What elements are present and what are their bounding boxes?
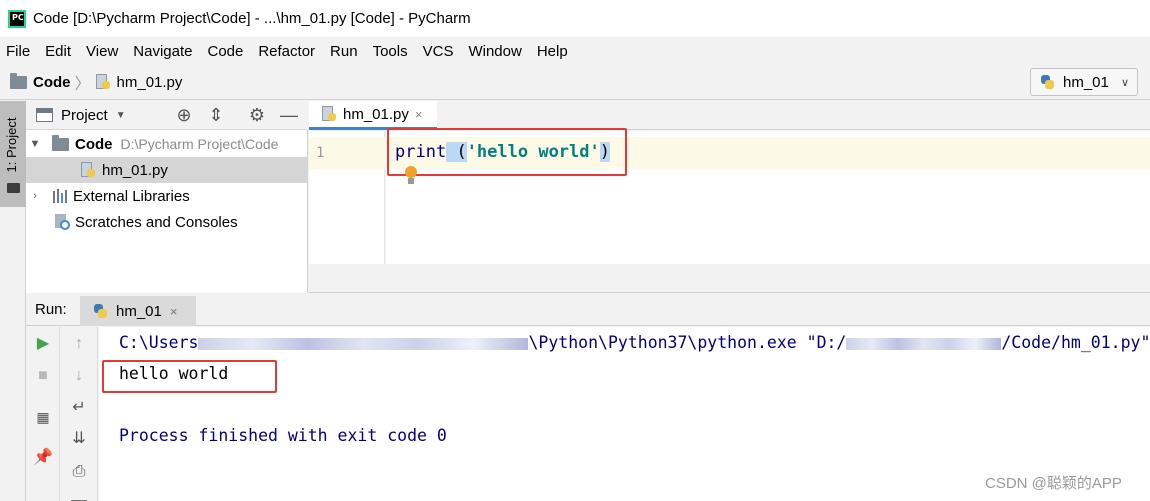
trash-icon[interactable]: ▬ xyxy=(69,491,89,501)
lightbulb-icon[interactable] xyxy=(403,166,419,186)
menu-bar: File Edit View Navigate Code Refactor Ru… xyxy=(0,37,1150,65)
window-title: Code [D:\Pycharm Project\Code] - ...\hm_… xyxy=(33,10,471,27)
breadcrumb-file[interactable]: hm_01.py xyxy=(117,74,183,91)
chevron-right-icon[interactable]: › xyxy=(28,190,42,202)
menu-view[interactable]: View xyxy=(86,43,118,60)
tree-item-label: Scratches and Consoles xyxy=(75,213,238,231)
run-configuration-label: hm_01 xyxy=(1063,73,1109,91)
folder-icon xyxy=(10,72,27,89)
tab-hm01[interactable]: hm_01.py × xyxy=(309,101,437,130)
watermark: CSDN @聪颖的APP xyxy=(985,475,1122,492)
locate-icon[interactable]: ⊕ xyxy=(173,104,195,126)
annotation-box-output xyxy=(102,360,277,393)
console-command-line: C:\Users \Python\Python37\python.exe "D:/… xyxy=(119,333,1150,352)
chevron-down-icon: ∨ xyxy=(1120,76,1129,89)
close-icon[interactable]: × xyxy=(170,304,178,319)
folder-icon xyxy=(52,134,69,151)
python-file-icon xyxy=(321,106,337,122)
redacted-path xyxy=(846,337,1002,350)
tree-item-label: hm_01.py xyxy=(102,161,168,179)
close-icon[interactable]: × xyxy=(415,107,423,122)
tree-item-hm01[interactable]: hm_01.py xyxy=(26,157,308,183)
hide-icon[interactable]: — xyxy=(278,104,300,126)
stop-icon[interactable]: ■ xyxy=(33,366,53,386)
menu-file[interactable]: File xyxy=(6,43,30,60)
menu-edit[interactable]: Edit xyxy=(45,43,71,60)
libraries-icon xyxy=(52,189,69,203)
annotation-box-code xyxy=(387,128,627,176)
scratches-icon xyxy=(54,213,71,231)
menu-tools[interactable]: Tools xyxy=(373,43,408,60)
python-file-icon xyxy=(80,162,96,178)
python-icon xyxy=(1039,74,1055,90)
folder-icon xyxy=(7,183,20,193)
run-panel-label: Run: xyxy=(35,301,67,318)
pycharm-app-icon: PC xyxy=(8,9,26,28)
console-exit-message: Process finished with exit code 0 xyxy=(119,426,447,445)
menu-vcs[interactable]: VCS xyxy=(423,43,454,60)
tree-item-label: External Libraries xyxy=(73,187,190,205)
chevron-down-icon[interactable]: ▼ xyxy=(28,138,42,150)
print-icon[interactable]: ⎙ xyxy=(69,462,89,482)
tree-item-code[interactable]: ▼ Code D:\Pycharm Project\Code xyxy=(26,131,308,157)
menu-refactor[interactable]: Refactor xyxy=(258,43,315,60)
project-tool-window-label: 1: Project xyxy=(4,117,19,173)
editor-bottom-area xyxy=(309,264,1150,293)
dropdown-arrow-icon[interactable]: ▼ xyxy=(116,110,126,121)
layout-icon[interactable]: ▦ xyxy=(33,407,53,427)
run-configuration-select[interactable]: hm_01 ∨ xyxy=(1030,68,1138,96)
scroll-to-end-icon[interactable]: ⇊ xyxy=(69,429,89,449)
tree-item-external-libraries[interactable]: › External Libraries xyxy=(26,183,308,209)
console-cmd-suffix: /Code/hm_01.py" xyxy=(1001,333,1150,352)
tree-item-label: Code xyxy=(75,135,113,153)
tab-label: hm_01.py xyxy=(343,105,409,123)
breadcrumb-separator: 〉 xyxy=(74,76,91,93)
tree-item-path: D:\Pycharm Project\Code xyxy=(120,136,279,152)
line-number: 1 xyxy=(316,145,325,161)
menu-help[interactable]: Help xyxy=(537,43,568,60)
console-cmd-prefix: C:\Users xyxy=(119,333,199,352)
run-tab-hm01[interactable]: hm_01 × xyxy=(80,296,196,326)
python-file-icon xyxy=(95,74,111,90)
gear-icon[interactable]: ⚙ xyxy=(246,104,268,126)
tree-item-scratches[interactable]: Scratches and Consoles xyxy=(26,209,308,235)
soft-wrap-icon[interactable]: ↵ xyxy=(69,398,89,418)
title-bar: PC Code [D:\Pycharm Project\Code] - ...\… xyxy=(0,0,1150,37)
breadcrumb: Code 〉 hm_01.py xyxy=(0,65,1150,100)
menu-code[interactable]: Code xyxy=(207,43,243,60)
run-tab-label: hm_01 xyxy=(116,302,162,320)
arrow-up-icon[interactable]: ↑ xyxy=(69,334,89,354)
console-cmd-mid: \Python\Python37\python.exe "D:/ xyxy=(528,333,847,352)
pin-icon[interactable]: 📌 xyxy=(33,448,53,468)
collapse-all-icon[interactable]: ⇕ xyxy=(205,104,227,126)
redacted-username xyxy=(198,337,529,350)
breadcrumb-root[interactable]: Code xyxy=(33,74,71,91)
menu-navigate[interactable]: Navigate xyxy=(133,43,192,60)
python-icon xyxy=(92,303,108,319)
menu-window[interactable]: Window xyxy=(468,43,521,60)
project-view-select[interactable]: Project xyxy=(61,107,108,124)
arrow-down-icon[interactable]: ↓ xyxy=(69,366,89,386)
project-view-icon xyxy=(36,108,53,122)
rerun-icon[interactable]: ▶ xyxy=(33,334,53,354)
menu-run[interactable]: Run xyxy=(330,43,358,60)
